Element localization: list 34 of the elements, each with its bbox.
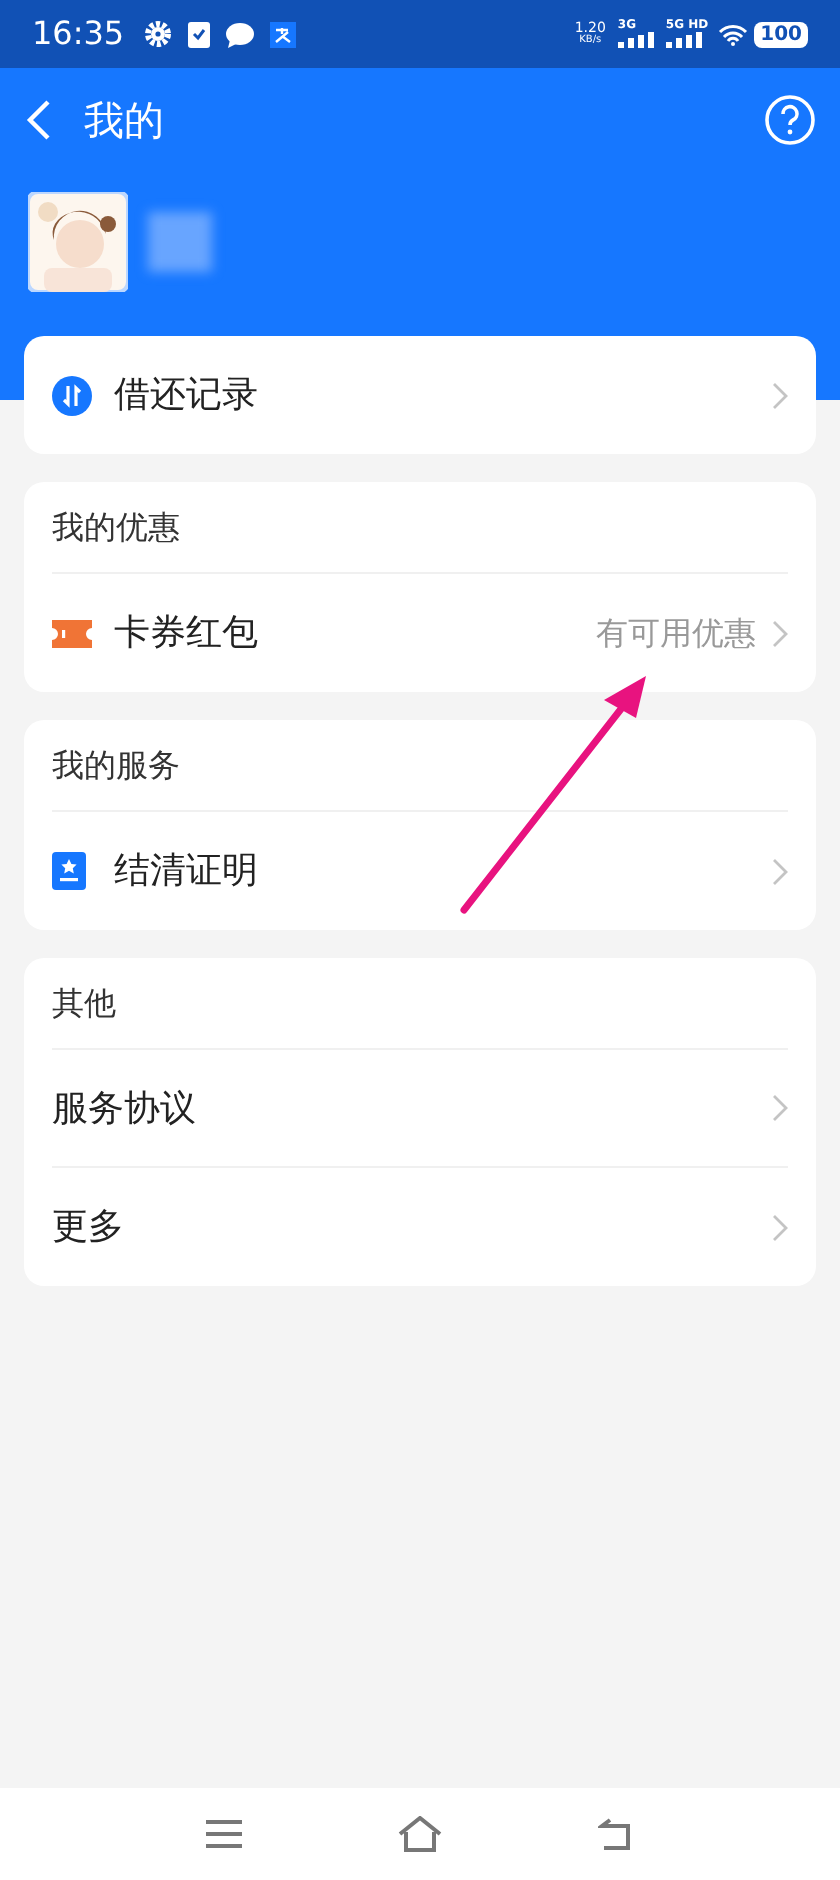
swap-icon xyxy=(52,375,92,415)
back-icon[interactable] xyxy=(24,98,52,142)
avatar xyxy=(28,192,128,292)
menu-item[interactable]: 结清证明 xyxy=(52,812,788,930)
battery-indicator: 100 xyxy=(754,21,808,47)
page-title: 我的 xyxy=(84,94,164,148)
item-value: 有可用优惠 xyxy=(596,611,756,655)
clipboard-icon xyxy=(188,20,211,48)
clock: 16:35 xyxy=(32,12,125,56)
ticket-icon xyxy=(52,619,92,647)
section-heading: 其他 xyxy=(52,958,788,1050)
chevron-icon xyxy=(772,1094,788,1122)
chevron-icon xyxy=(772,381,788,409)
back-icon[interactable] xyxy=(598,1818,634,1850)
menu-item[interactable]: 卡券红包 有可用优惠 xyxy=(52,574,788,692)
menu-icon[interactable] xyxy=(206,1820,242,1848)
blurred-name xyxy=(148,212,212,272)
home-icon[interactable] xyxy=(398,1816,442,1852)
menu-item[interactable]: 更多 xyxy=(52,1168,788,1286)
menu-item[interactable]: 借还记录 xyxy=(52,336,788,454)
chat-icon xyxy=(226,21,255,47)
section-heading: 我的优惠 xyxy=(52,482,788,574)
gear-icon xyxy=(144,20,173,48)
signal-icon xyxy=(617,32,656,48)
help-icon[interactable] xyxy=(764,94,816,146)
wifi-icon xyxy=(718,23,749,45)
certificate-icon xyxy=(52,852,86,890)
section-heading: 我的服务 xyxy=(52,720,788,812)
chevron-icon xyxy=(772,619,788,647)
menu-item[interactable]: 服务协议 xyxy=(52,1050,788,1168)
chevron-icon xyxy=(772,857,788,885)
chevron-icon xyxy=(772,1213,788,1241)
signal-icon xyxy=(665,32,704,48)
app-icon xyxy=(270,21,297,47)
